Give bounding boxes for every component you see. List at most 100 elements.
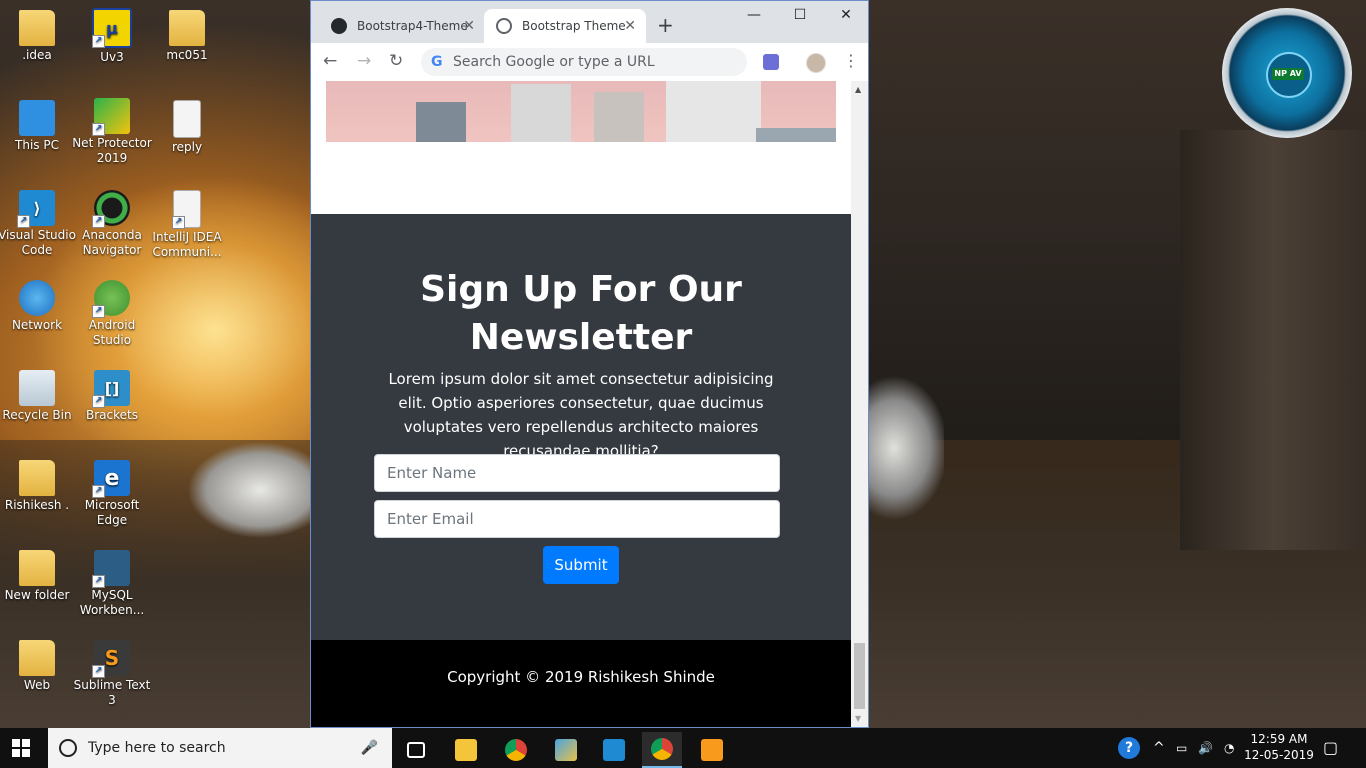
email-input[interactable]: [374, 500, 780, 538]
extension-icon[interactable]: [763, 54, 779, 70]
windows-start-icon[interactable]: [12, 739, 30, 757]
clock-time: 12:59 AM: [1250, 732, 1308, 746]
desktop-icon-edge[interactable]: eMicrosoft Edge: [70, 460, 154, 528]
desktop-icon-label: Visual Studio Code: [0, 228, 76, 257]
desktop-icon-label: MySQL Workben...: [79, 588, 145, 617]
sublime-taskbar-icon[interactable]: [692, 732, 732, 768]
desktop-icon-label: Uv3: [100, 50, 124, 64]
uv3-app-icon: μ: [92, 8, 132, 48]
browser-toolbar: ← → ↻ G Search Google or type a URL ⋮: [311, 43, 868, 82]
desktop-icon-label: Microsoft Edge: [84, 498, 140, 527]
desktop-icon-android-studio[interactable]: Android Studio: [70, 280, 154, 348]
desktop-icon-reply[interactable]: reply: [145, 100, 229, 155]
desktop-icon-sublime[interactable]: SSublime Text 3: [70, 640, 154, 708]
desktop-icon-vscode[interactable]: ⟩Visual Studio Code: [0, 190, 79, 258]
tab-title: Bootstrap Theme: [522, 19, 626, 33]
brackets-icon: []: [92, 370, 130, 408]
desktop-icon-intellij[interactable]: IntelliJ IDEA Communi...: [145, 190, 229, 260]
desktop-icon-label: Android Studio: [88, 318, 136, 347]
tab-strip: Bootstrap4-Theme ✕ Bootstrap Theme ✕ + —…: [311, 1, 868, 43]
back-button[interactable]: ←: [323, 51, 337, 71]
wallpaper-house: [1180, 130, 1366, 550]
close-window-button[interactable]: ✕: [823, 7, 868, 27]
omnibox[interactable]: G Search Google or type a URL: [421, 48, 747, 76]
desktop-icon-new-folder[interactable]: New folder: [0, 550, 79, 603]
desktop-icon-label: Web: [23, 678, 51, 692]
forward-button[interactable]: →: [357, 51, 371, 71]
tab-bootstrap-theme[interactable]: Bootstrap Theme ✕: [484, 9, 646, 43]
scrollbar-thumb[interactable]: [854, 643, 865, 709]
microphone-icon[interactable]: 🎤: [361, 728, 378, 768]
chrome-icon[interactable]: [496, 732, 536, 768]
desktop-icon-net-protector[interactable]: Net Protector 2019: [70, 98, 154, 166]
help-icon[interactable]: ?: [1118, 737, 1140, 759]
npav-widget[interactable]: NP AV: [1222, 8, 1352, 138]
chrome-menu-button[interactable]: ⋮: [843, 51, 859, 70]
folder-icon: [169, 10, 205, 46]
desktop-icon-brackets[interactable]: []Brackets: [70, 370, 154, 423]
copyright-text: Copyright © 2019 Rishikesh Shinde: [447, 668, 715, 686]
control-panel-icon[interactable]: [546, 732, 586, 768]
desktop-icon-label: This PC: [15, 138, 59, 152]
volume-icon[interactable]: 🔊: [1198, 728, 1213, 768]
desktop-icon-network[interactable]: Network: [0, 280, 79, 333]
name-input[interactable]: [374, 454, 780, 492]
wifi-icon[interactable]: ◔: [1224, 728, 1234, 768]
desktop-icon-web[interactable]: Web: [0, 640, 79, 693]
scroll-down-arrow-icon[interactable]: ▼: [855, 714, 861, 723]
github-icon: [331, 18, 347, 34]
taskbar-search-box[interactable]: Type here to search 🎤: [48, 728, 392, 768]
desktop-icon-label: Sublime Text 3: [73, 678, 151, 707]
minimize-button[interactable]: —: [731, 7, 777, 27]
desktop-icon-label: IntelliJ IDEA Communi...: [152, 230, 222, 259]
net-protector-icon: [92, 98, 130, 136]
newsletter-section: Sign Up For Our Newsletter Lorem ipsum d…: [311, 214, 851, 640]
computer-icon: [19, 100, 55, 136]
folder-icon: [19, 550, 55, 586]
anaconda-icon: [92, 190, 130, 228]
desktop-icon-this-pc[interactable]: This PC: [0, 100, 79, 153]
desktop-icon-idea[interactable]: .idea: [0, 10, 79, 63]
chrome-active-icon[interactable]: [642, 732, 682, 768]
tab-bootstrap4-theme[interactable]: Bootstrap4-Theme ✕: [319, 9, 485, 43]
scroll-up-arrow-icon[interactable]: ▲: [855, 85, 861, 94]
vscode-taskbar-icon[interactable]: [594, 732, 634, 768]
task-view-icon[interactable]: [396, 732, 436, 768]
desktop-icon-label: Anaconda Navigator: [82, 228, 142, 257]
mysql-icon: [92, 550, 130, 588]
system-clock[interactable]: 12:59 AM 12-05-2019: [1244, 731, 1314, 763]
npav-badge: NP AV: [1272, 68, 1304, 80]
edge-icon: e: [92, 460, 130, 498]
desktop-icon-label: reply: [171, 140, 203, 154]
taskbar-search-placeholder: Type here to search: [88, 740, 226, 756]
close-tab-icon[interactable]: ✕: [463, 18, 475, 34]
desktop-icon-anaconda[interactable]: Anaconda Navigator: [70, 190, 154, 258]
file-explorer-icon[interactable]: [446, 732, 486, 768]
show-hidden-icons-chevron-icon[interactable]: ^: [1153, 728, 1165, 768]
submit-button[interactable]: Submit: [543, 546, 619, 584]
desktop-icon-uv3[interactable]: μ Uv3: [70, 8, 154, 65]
close-tab-icon[interactable]: ✕: [624, 18, 636, 34]
chrome-window[interactable]: Bootstrap4-Theme ✕ Bootstrap Theme ✕ + —…: [310, 0, 869, 728]
desktop-icon-rishikesh[interactable]: Rishikesh .: [0, 460, 79, 513]
cortana-icon: [59, 739, 77, 757]
wallpaper-car-rear: [864, 368, 944, 528]
desktop-icon-label: Brackets: [86, 408, 138, 422]
notifications-icon[interactable]: ▢: [1323, 728, 1338, 768]
desktop-icon-label: Network: [11, 318, 63, 332]
page-scrollbar[interactable]: ▲ ▼: [851, 81, 868, 727]
desktop-icon-label: .idea: [22, 48, 52, 62]
desktop-icon-mysql[interactable]: MySQL Workben...: [70, 550, 154, 618]
tab-title: Bootstrap4-Theme: [357, 19, 468, 33]
profile-avatar[interactable]: [806, 53, 826, 73]
page-viewport: Sign Up For Our Newsletter Lorem ipsum d…: [311, 81, 851, 727]
reload-button[interactable]: ↻: [389, 51, 403, 71]
newsletter-description: Lorem ipsum dolor sit amet consectetur a…: [388, 370, 774, 460]
desktop-icon-recycle-bin[interactable]: Recycle Bin: [0, 370, 79, 423]
new-tab-button[interactable]: +: [657, 13, 674, 37]
maximize-button[interactable]: ☐: [777, 7, 823, 27]
user-folder-icon: [19, 460, 55, 496]
battery-icon[interactable]: ▭: [1176, 728, 1187, 768]
desktop-icon-mc051[interactable]: mc051: [145, 10, 229, 63]
page-footer: Copyright © 2019 Rishikesh Shinde: [311, 640, 851, 727]
